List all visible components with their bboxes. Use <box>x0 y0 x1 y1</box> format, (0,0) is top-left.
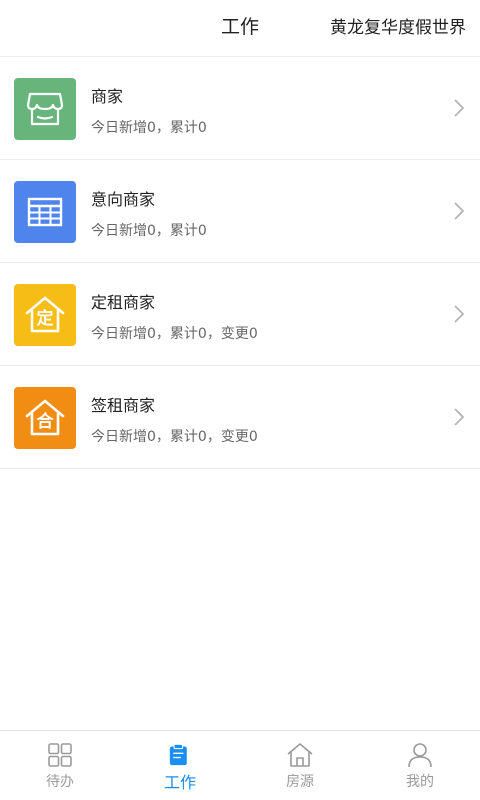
tab-label: 待办 <box>46 774 74 790</box>
tab-label: 我的 <box>406 774 434 790</box>
table-icon <box>14 181 76 243</box>
list-item-merchants[interactable]: 商家 今日新增0，累计0 <box>0 57 480 160</box>
chevron-right-icon <box>454 305 465 323</box>
grid-icon <box>48 743 72 767</box>
list-item-title: 定租商家 <box>91 293 156 312</box>
list-item-stats: 今日新增0，累计0，变更0 <box>91 326 258 342</box>
tab-todo[interactable]: 待办 <box>0 731 120 800</box>
tab-listings[interactable]: 房源 <box>240 731 360 800</box>
person-icon <box>408 743 432 768</box>
tab-label: 工作 <box>163 773 196 792</box>
chevron-right-icon <box>454 408 465 426</box>
list-item-signed-merchants[interactable]: 合 签租商家 今日新增0，累计0，变更0 <box>0 366 480 469</box>
list-item-stats: 今日新增0，累计0，变更0 <box>91 429 258 445</box>
merchant-list: 商家 今日新增0，累计0 意向商家 今日新增0，累计0 定 定租商家 今日新增0… <box>0 57 480 469</box>
list-item-stats: 今日新增0，累计0 <box>91 120 207 136</box>
list-item-reserved-merchants[interactable]: 定 定租商家 今日新增0，累计0，变更0 <box>0 263 480 366</box>
house-he-icon: 合 <box>14 387 76 449</box>
project-selector[interactable]: 黄龙复华度假世界 <box>330 13 466 38</box>
chevron-right-icon <box>454 202 465 220</box>
top-bar: 工作 黄龙复华度假世界 <box>0 0 480 57</box>
list-item-intent-merchants[interactable]: 意向商家 今日新增0，累计0 <box>0 160 480 263</box>
icon-badge-text: 合 <box>36 412 54 432</box>
tab-label: 房源 <box>286 774 314 790</box>
home-icon <box>287 743 313 767</box>
list-item-title: 签租商家 <box>91 396 156 415</box>
tab-work[interactable]: 工作 <box>120 731 240 800</box>
clipboard-icon <box>169 743 187 766</box>
tab-mine[interactable]: 我的 <box>360 731 480 800</box>
shop-icon <box>14 78 76 140</box>
bottom-tab-bar: 待办 工作 房源 我的 <box>0 730 480 800</box>
list-item-stats: 今日新增0，累计0 <box>91 223 207 239</box>
list-item-title: 商家 <box>91 87 124 106</box>
chevron-right-icon <box>454 99 465 117</box>
icon-badge-text: 定 <box>36 309 54 329</box>
house-ding-icon: 定 <box>14 284 76 346</box>
list-item-title: 意向商家 <box>91 190 156 209</box>
